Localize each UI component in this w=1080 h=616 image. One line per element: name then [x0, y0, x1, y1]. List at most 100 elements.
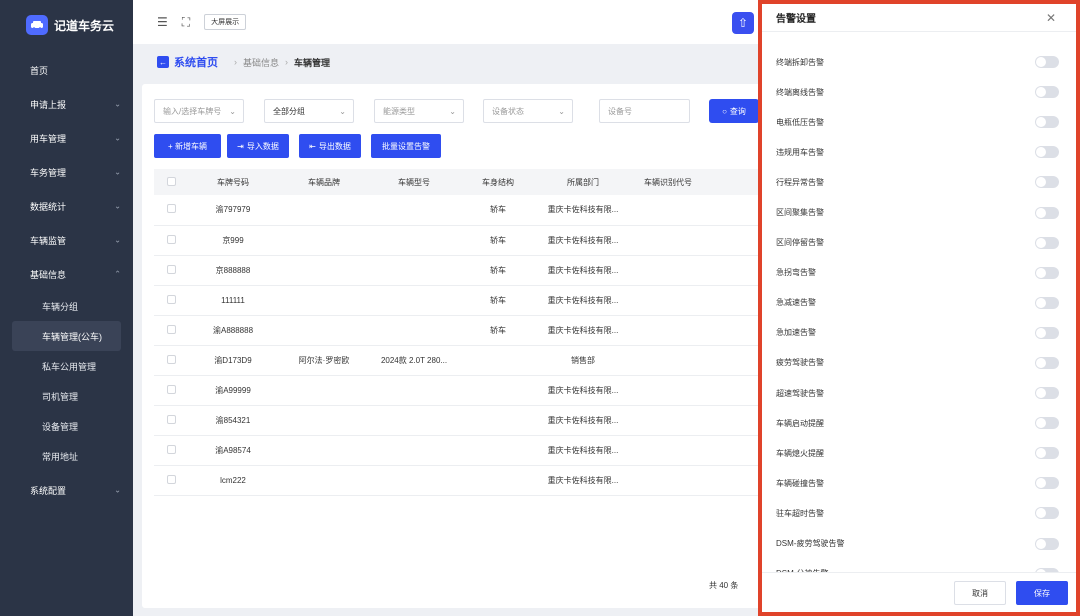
nav-sub-vehicle-management[interactable]: 车辆管理(公车)	[12, 321, 121, 351]
table-row[interactable]: 渝D173D9 阿尔法·罗密欧 2024款 2.0T 280... 销售部	[154, 345, 762, 376]
alarm-toggle[interactable]	[1035, 296, 1059, 309]
row-checkbox[interactable]	[166, 264, 176, 274]
alarm-toggle[interactable]	[1035, 236, 1059, 249]
alarm-row: 违规用车告警	[762, 137, 1076, 167]
nav-car-affairs[interactable]: 车务管理 ⌄	[0, 155, 133, 189]
col-body: 车身结构	[458, 169, 538, 195]
table-cell: 渝854321	[188, 405, 278, 436]
table-cell: 重庆卡佐科技有限...	[538, 435, 628, 466]
big-screen-button[interactable]: 大屏展示	[204, 14, 247, 30]
alarm-toggle[interactable]	[1035, 537, 1059, 550]
nav-basic-info[interactable]: 基础信息 ⌃	[0, 257, 133, 291]
upload-icon[interactable]: ⇧	[732, 12, 754, 34]
alarm-toggle[interactable]	[1035, 56, 1059, 69]
alarm-toggle[interactable]	[1035, 507, 1059, 520]
import-icon: ⇥	[237, 141, 244, 151]
alarm-toggle[interactable]	[1035, 116, 1059, 129]
alarm-label: 电瓶低压告警	[776, 117, 824, 127]
alarm-toggle[interactable]	[1035, 477, 1059, 490]
nav-sub-private-car[interactable]: 私车公用管理	[0, 351, 133, 381]
nav-system-config[interactable]: 系统配置 ⌄	[0, 473, 133, 507]
import-button[interactable]: ⇥ 导入数据	[227, 134, 289, 158]
alarm-toggle[interactable]	[1035, 146, 1059, 159]
chevron-down-icon: ⌄	[114, 167, 121, 177]
table-cell	[458, 345, 538, 376]
alarm-toggle[interactable]	[1035, 206, 1059, 219]
table-cell	[628, 315, 708, 346]
breadcrumb-home[interactable]: 系统首页	[174, 54, 218, 70]
table-row[interactable]: 111111 轿车 重庆卡佐科技有限...	[154, 285, 762, 316]
group-select[interactable]: 全部分组 ⌄	[264, 99, 354, 123]
alarm-toggle[interactable]	[1035, 326, 1059, 339]
save-button[interactable]: 保存	[1016, 581, 1068, 605]
search-icon: ○	[722, 106, 727, 116]
row-checkbox[interactable]	[166, 324, 176, 334]
table-row[interactable]: 渝A888888 轿车 重庆卡佐科技有限...	[154, 315, 762, 346]
table-row[interactable]: 京999 轿车 重庆卡佐科技有限...	[154, 225, 762, 256]
alarm-row: 终端离线告警	[762, 77, 1076, 107]
alarm-row: 车辆熄火提醒	[762, 438, 1076, 468]
table-cell: 轿车	[458, 225, 538, 256]
nav-car-use[interactable]: 用车管理 ⌄	[0, 121, 133, 155]
row-checkbox[interactable]	[166, 234, 176, 244]
row-checkbox[interactable]	[166, 474, 176, 484]
table-cell: 轿车	[458, 255, 538, 286]
export-button[interactable]: ⇤ 导出数据	[299, 134, 361, 158]
table-row[interactable]: 渝A99999 重庆卡佐科技有限...	[154, 375, 762, 406]
close-icon[interactable]: ✕	[1046, 11, 1056, 25]
select-all-checkbox[interactable]	[166, 176, 176, 186]
table-row[interactable]: 渝854321 重庆卡佐科技有限...	[154, 405, 762, 436]
table-cell: 京888888	[188, 255, 278, 286]
plate-select[interactable]: 输入/选择车牌号 ⌄	[154, 99, 244, 123]
alarm-label: 车辆启动提醒	[776, 418, 824, 428]
device-no-input[interactable]: 设备号	[599, 99, 690, 123]
menu-icon[interactable]: ☰	[157, 15, 168, 29]
nav-sub-address[interactable]: 常用地址	[0, 441, 133, 471]
nav-statistics[interactable]: 数据统计 ⌄	[0, 189, 133, 223]
row-checkbox[interactable]	[166, 414, 176, 424]
nav-vehicle-supervision[interactable]: 车辆监管 ⌄	[0, 223, 133, 257]
alarm-label: DSM-疲劳驾驶告警	[776, 539, 845, 549]
table-cell: 销售部	[538, 345, 628, 376]
row-checkbox[interactable]	[166, 354, 176, 364]
search-button[interactable]: ○ 查询	[709, 99, 759, 123]
breadcrumb-basic-info[interactable]: 基础信息	[243, 56, 279, 69]
row-checkbox[interactable]	[166, 384, 176, 394]
row-checkbox[interactable]	[166, 444, 176, 454]
row-checkbox[interactable]	[166, 204, 176, 214]
chevron-down-icon: ⌄	[558, 106, 565, 116]
row-checkbox[interactable]	[166, 294, 176, 304]
table-row[interactable]: lcm222 重庆卡佐科技有限...	[154, 465, 762, 496]
device-status-select[interactable]: 设备状态 ⌄	[483, 99, 573, 123]
table-cell	[278, 225, 370, 256]
add-vehicle-button[interactable]: + 新增车辆	[154, 134, 221, 158]
fullscreen-icon[interactable]: ⛶	[182, 15, 190, 30]
alarm-toggle[interactable]	[1035, 417, 1059, 430]
nav-sub-vehicle-group[interactable]: 车辆分组	[0, 291, 133, 321]
energy-select[interactable]: 能源类型 ⌄	[374, 99, 464, 123]
alarm-toggle[interactable]	[1035, 266, 1059, 279]
batch-alarm-button[interactable]: 批量设置告警	[371, 134, 441, 158]
table-cell	[278, 315, 370, 346]
alarm-toggle[interactable]	[1035, 86, 1059, 99]
alarm-row: 车辆碰撞告警	[762, 468, 1076, 498]
table-row[interactable]: 京888888 轿车 重庆卡佐科技有限...	[154, 255, 762, 286]
table-row[interactable]: 渝797979 轿车 重庆卡佐科技有限...	[154, 195, 762, 226]
back-icon[interactable]: ←	[157, 56, 169, 68]
table-cell	[628, 225, 708, 256]
nav-sub-driver[interactable]: 司机管理	[0, 381, 133, 411]
alarm-row: 急减速告警	[762, 288, 1076, 318]
alarm-toggle[interactable]	[1035, 176, 1059, 189]
alarm-toggle[interactable]	[1035, 447, 1059, 460]
table-row[interactable]: 渝A98574 重庆卡佐科技有限...	[154, 435, 762, 466]
alarm-label: 违规用车告警	[776, 147, 824, 157]
alarm-toggle[interactable]	[1035, 387, 1059, 400]
alarm-toggle[interactable]	[1035, 356, 1059, 369]
nav-sub-device[interactable]: 设备管理	[0, 411, 133, 441]
nav-apply-report[interactable]: 申请上报 ⌄	[0, 87, 133, 121]
car-logo-icon	[26, 15, 48, 35]
table-cell	[458, 405, 538, 436]
nav-home[interactable]: 首页	[0, 53, 133, 87]
cancel-button[interactable]: 取消	[954, 581, 1006, 605]
table-cell: 重庆卡佐科技有限...	[538, 255, 628, 286]
